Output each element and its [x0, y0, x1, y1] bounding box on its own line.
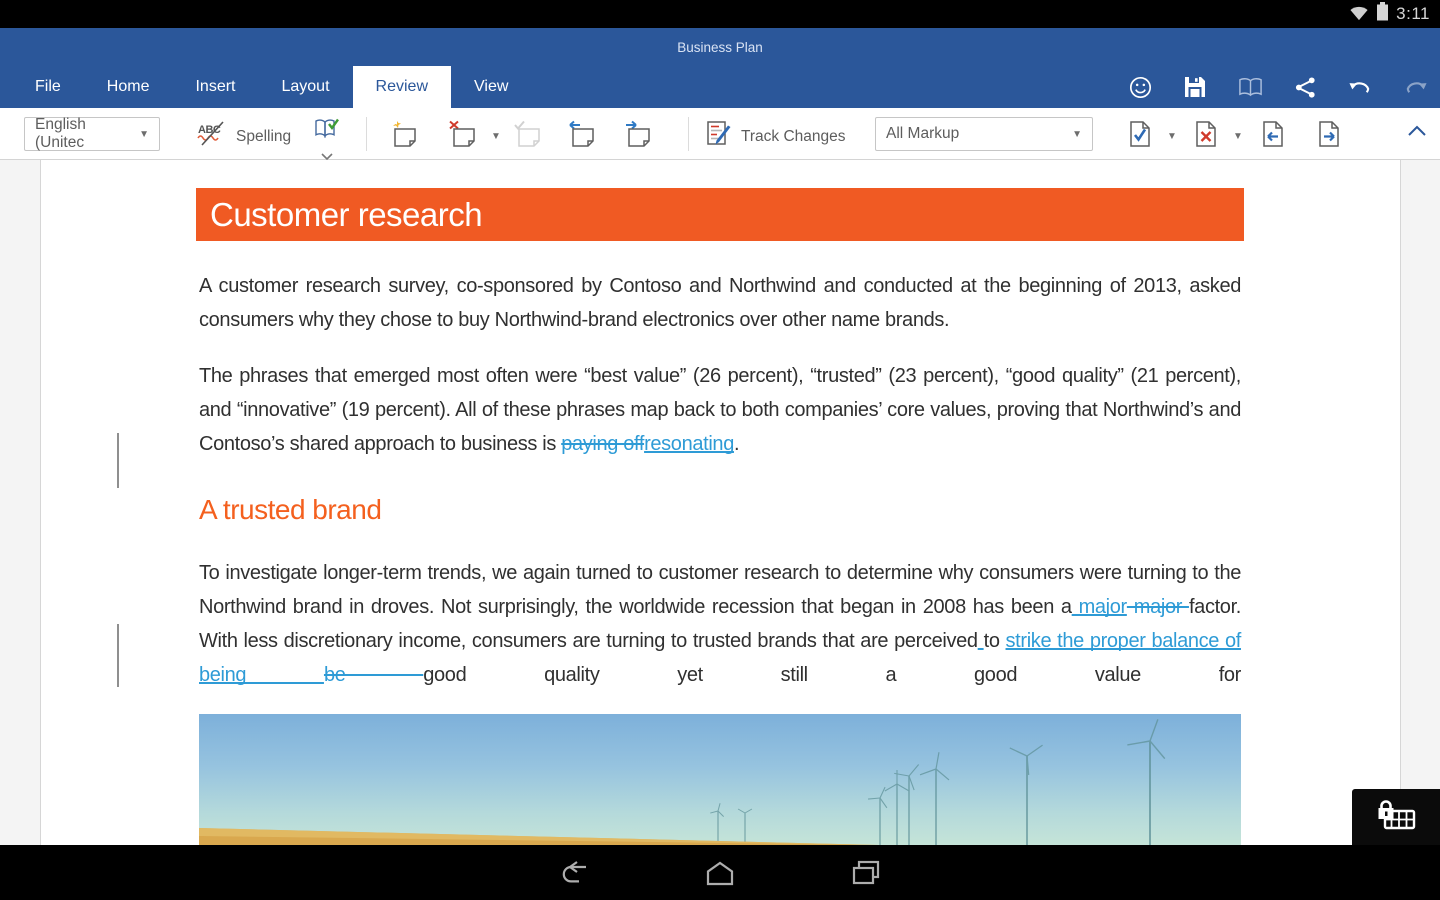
paragraph-3[interactable]: To investigate longer-term trends, we ag… [199, 556, 1241, 692]
body-text: . [733, 433, 740, 455]
previous-change-button[interactable] [1260, 120, 1286, 153]
paragraph-1[interactable]: A customer research survey, co-sponsored… [199, 269, 1241, 337]
title-bar: Business Plan [0, 28, 1440, 66]
body-text: good quality yet still a good value for [423, 664, 1241, 686]
read-view-icon[interactable] [1237, 74, 1263, 100]
ribbon-tabs: File Home Insert Layout Review View [0, 66, 531, 108]
track-changes-icon [705, 120, 733, 153]
document-canvas: Customer research A customer research su… [0, 160, 1440, 845]
tab-insert[interactable]: Insert [172, 66, 258, 108]
track-changes-button[interactable]: Track Changes [705, 120, 846, 153]
body-text: to [983, 630, 1006, 652]
inserted-text: major [1071, 596, 1128, 618]
wifi-icon [1349, 3, 1369, 26]
word-app-window: 3:11 Business Plan File Home Insert Layo… [0, 0, 1440, 900]
chevron-down-icon: ▼ [491, 131, 501, 142]
chevron-down-icon: ▼ [1167, 131, 1177, 142]
keyboard-lock-icon [1375, 798, 1417, 837]
wind-turbines-photo[interactable] [199, 714, 1241, 845]
next-change-button[interactable] [1316, 120, 1342, 153]
paragraph-2[interactable]: The phrases that emerged most often were… [199, 359, 1241, 461]
previous-change-icon [1260, 120, 1286, 153]
chevron-down-icon: ▼ [1233, 131, 1243, 142]
delete-comment-icon [447, 120, 477, 153]
document-title: Business Plan [677, 39, 763, 55]
next-comment-button[interactable] [622, 120, 652, 153]
new-comment-button[interactable] [388, 120, 418, 153]
titlebar-actions [1127, 66, 1428, 108]
markup-view-dropdown[interactable]: All Markup ▼ [875, 117, 1093, 151]
chevron-up-icon [1406, 124, 1428, 142]
save-icon[interactable] [1182, 74, 1208, 100]
tracked-change-bar [117, 433, 119, 488]
collapse-ribbon-button[interactable] [1406, 124, 1428, 142]
tab-layout[interactable]: Layout [258, 66, 352, 108]
comment-done-icon [512, 120, 542, 153]
dictionary-check-icon [313, 117, 341, 146]
toolbar-divider [366, 117, 367, 151]
tracked-change-bar [117, 624, 119, 687]
toolbar-divider [688, 117, 689, 151]
clock: 3:11 [1396, 4, 1430, 23]
heading2-text[interactable]: A trusted brand [199, 494, 382, 526]
proofing-language-dropdown[interactable]: English (Unitec ▼ [24, 116, 160, 151]
feedback-smiley-icon[interactable] [1127, 74, 1153, 100]
keyboard-toggle-button[interactable] [1352, 789, 1440, 845]
share-icon[interactable] [1292, 74, 1318, 100]
previous-comment-icon [566, 120, 596, 153]
new-comment-icon [388, 120, 418, 153]
next-comment-icon [622, 120, 652, 153]
heading1-text: Customer research [210, 195, 483, 233]
heading1-banner[interactable]: Customer research [196, 188, 1244, 241]
mark-comment-done-button[interactable] [512, 120, 542, 153]
track-changes-label: Track Changes [741, 127, 846, 145]
recents-button-icon[interactable] [849, 859, 883, 887]
spelling-button[interactable]: ABC Spelling [196, 120, 291, 153]
delete-comment-button[interactable]: ▼ [447, 120, 501, 153]
undo-icon[interactable] [1347, 74, 1373, 100]
reject-change-button[interactable]: ▼ [1193, 120, 1243, 153]
language-value: English (Unitec [35, 116, 86, 151]
spelling-label: Spelling [236, 127, 292, 145]
deleted-text: be [323, 664, 424, 686]
spelling-icon: ABC [196, 120, 228, 153]
next-change-icon [1316, 120, 1342, 153]
home-button-icon[interactable] [703, 859, 737, 887]
tab-home[interactable]: Home [84, 66, 173, 108]
back-button-icon[interactable] [557, 859, 591, 887]
review-ribbon: English (Unitec ▼ ABC Spelling ▼ Track C… [0, 108, 1440, 161]
battery-icon [1376, 2, 1389, 26]
proofing-tools-button[interactable] [313, 117, 341, 165]
android-status-bar: 3:11 [0, 0, 1440, 28]
previous-comment-button[interactable] [566, 120, 596, 153]
deleted-text: paying off [561, 433, 645, 455]
ribbon-tab-bar: File Home Insert Layout Review View [0, 66, 1440, 108]
tab-file[interactable]: File [12, 66, 84, 108]
accept-change-icon [1127, 120, 1153, 153]
deleted-text: major [1126, 596, 1189, 618]
chevron-down-icon: ▼ [139, 128, 149, 140]
markup-value: All Markup [886, 125, 960, 142]
reject-change-icon [1193, 120, 1219, 153]
inserted-text: resonating [644, 433, 734, 455]
tab-view[interactable]: View [451, 66, 531, 108]
android-nav-bar [0, 845, 1440, 900]
svg-text:ABC: ABC [198, 124, 221, 136]
redo-icon[interactable] [1402, 74, 1428, 100]
chevron-down-icon: ▼ [1072, 128, 1082, 140]
accept-change-button[interactable]: ▼ [1127, 120, 1177, 153]
tab-review[interactable]: Review [352, 66, 451, 108]
